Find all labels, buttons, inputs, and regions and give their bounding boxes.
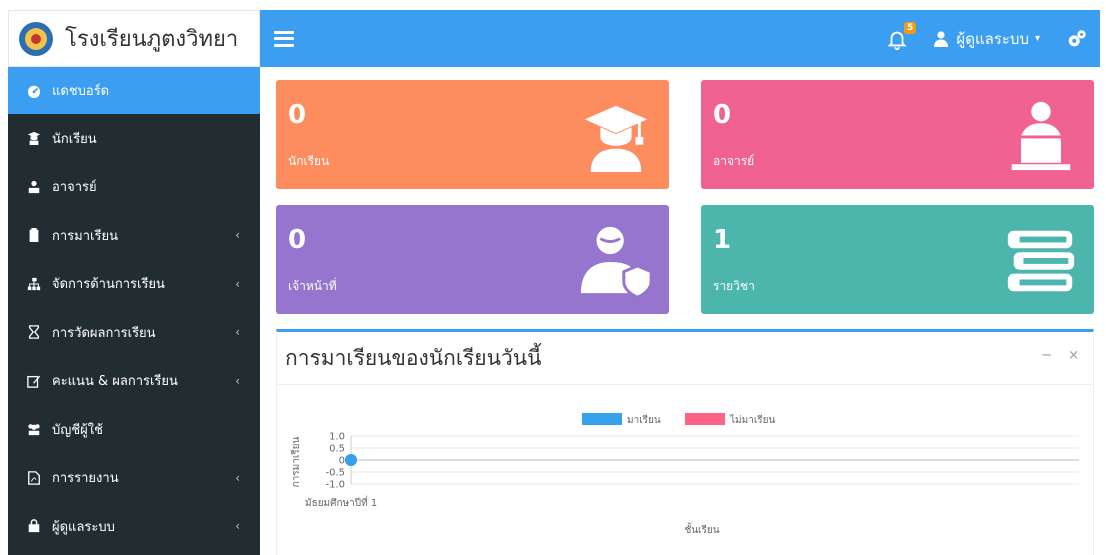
sidebar-item-label: คะแนน & ผลการเรียน [52, 374, 178, 390]
sidebar-item-academic-management[interactable]: จัดการด้านการเรียน ‹ [8, 260, 260, 309]
panel-divider [277, 384, 1093, 385]
y-tick-label: -1.0 [325, 480, 345, 491]
edit-icon [26, 373, 42, 389]
student-icon [26, 130, 42, 146]
users-icon [26, 421, 42, 437]
sidebar-item-label: อาจารย์ [52, 180, 97, 196]
notification-badge: 5 [904, 21, 917, 34]
chevron-left-icon: ‹ [235, 325, 240, 340]
stat-value: 0 [713, 100, 732, 130]
stat-box-subjects[interactable]: 1 รายวิชา [701, 205, 1094, 314]
legend-swatch [582, 413, 622, 425]
hourglass-icon [26, 324, 42, 340]
stat-label: รายวิชา [713, 279, 755, 293]
sidebar-item-teachers[interactable]: อาจารย์ [8, 163, 260, 212]
sidebar-item-label: บัญชีผู้ใช้ [52, 422, 103, 438]
y-tick-label: 0.5 [329, 444, 345, 455]
menu-toggle-icon[interactable] [274, 30, 294, 47]
notification-bell-icon[interactable]: 5 [886, 21, 917, 50]
sidebar-item-label: การมาเรียน [52, 228, 118, 244]
stat-box-staff[interactable]: 0 เจ้าหน้าที่ [276, 205, 669, 314]
books-icon [1007, 230, 1075, 292]
sidebar-item-dashboard[interactable]: แดชบอร์ด [8, 67, 260, 114]
sidebar: แดชบอร์ด นักเรียน อาจารย์ การมาเรียน ‹ จ… [8, 67, 260, 555]
caret-down-icon: ▾ [1034, 33, 1040, 44]
attendance-chart: มาเรียน ไม่มาเรียน 1.00.50-0.5-1.0 การมา… [290, 413, 1079, 536]
sidebar-item-students[interactable]: นักเรียน [8, 114, 260, 163]
stat-box-teachers[interactable]: 0 อาจารย์ [701, 80, 1094, 189]
chart-points [345, 454, 357, 466]
chart-gridlines [351, 435, 1079, 485]
legend-label: ไม่มาเรียน [729, 414, 775, 426]
chevron-left-icon: ‹ [235, 228, 240, 243]
sidebar-item-scores[interactable]: คะแนน & ผลการเรียน ‹ [8, 357, 260, 406]
dashboard-icon [26, 83, 42, 99]
sidebar-item-assessment[interactable]: การวัดผลการเรียน ‹ [8, 308, 260, 357]
sidebar-item-label: นักเรียน [52, 131, 97, 147]
sidebar-item-label: แดชบอร์ด [52, 84, 110, 99]
clipboard-icon [26, 227, 42, 243]
user-menu-label: ผู้ดูแลระบบ [956, 29, 1029, 48]
y-tick-label: 0 [339, 456, 345, 467]
pdf-file-icon [26, 470, 42, 486]
y-tick-label: -0.5 [325, 468, 345, 479]
sidebar-item-label: จัดการด้านการเรียน [52, 277, 165, 293]
sidebar-item-user-accounts[interactable]: บัญชีผู้ใช้ [8, 405, 260, 454]
teacher-icon [26, 179, 42, 195]
x-axis-label: ชั้นเรียน [684, 522, 719, 536]
panel-title: การมาเรียนของนักเรียนวันนี้ [285, 346, 542, 370]
stat-value: 0 [288, 225, 307, 255]
legend-label: มาเรียน [627, 414, 661, 426]
stat-label: นักเรียน [288, 154, 330, 168]
data-point[interactable] [345, 454, 357, 466]
y-axis-label: การมาเรียน [290, 436, 302, 487]
school-logo-icon [19, 21, 53, 56]
chevron-left-icon: ‹ [235, 276, 240, 291]
sidebar-item-reports[interactable]: การรายงาน ‹ [8, 454, 260, 503]
sidebar-item-attendance[interactable]: การมาเรียน ‹ [8, 211, 260, 260]
chevron-left-icon: ‹ [235, 519, 240, 534]
chevron-left-icon: ‹ [235, 470, 240, 485]
database-icon [26, 518, 42, 534]
user-shield-icon [580, 226, 653, 299]
collapse-button[interactable]: − [1041, 348, 1052, 363]
brand-name: โรงเรียนภูตงวิทยา [65, 27, 239, 52]
chevron-left-icon: ‹ [235, 373, 240, 388]
stat-value: 1 [713, 225, 732, 255]
y-axis-ticks: 1.00.50-0.5-1.0 [325, 432, 345, 491]
app-window: โรงเรียนภูตงวิทยา 5 ผู้ดูแลระบบ ▾ แดชบอร… [0, 0, 1106, 555]
panel-tools: − × [1041, 348, 1079, 363]
attendance-panel: การมาเรียนของนักเรียนวันนี้ − × มาเรียน … [276, 329, 1094, 555]
teacher-laptop-icon [1011, 101, 1071, 171]
sidebar-item-label: การรายงาน [52, 471, 119, 487]
sidebar-item-label: การวัดผลการเรียน [52, 325, 156, 341]
user-menu[interactable]: ผู้ดูแลระบบ ▾ [934, 27, 1040, 51]
close-button[interactable]: × [1068, 348, 1079, 363]
user-icon [934, 30, 949, 47]
brand-header[interactable]: โรงเรียนภูตงวิทยา [8, 10, 260, 67]
chart-legend: มาเรียน ไม่มาเรียน [582, 413, 775, 426]
main-content: 0 นักเรียน 0 อาจารย์ 0 เจ้าหน้าที่ 1 ราย… [260, 67, 1100, 555]
sidebar-item-admin[interactable]: ผู้ดูแลระบบ ‹ [8, 502, 260, 551]
sidebar-item-label: ผู้ดูแลระบบ [52, 519, 115, 535]
stat-label: เจ้าหน้าที่ [288, 279, 337, 293]
y-tick-label: 1.0 [329, 432, 345, 443]
legend-swatch [685, 413, 725, 425]
stat-value: 0 [288, 100, 307, 130]
settings-gears-icon[interactable] [1066, 28, 1088, 50]
x-tick-label: มัธยมศึกษาปีที่ 1 [305, 495, 377, 509]
top-navbar: 5 ผู้ดูแลระบบ ▾ [260, 10, 1100, 67]
stat-label: อาจารย์ [713, 154, 755, 168]
graduate-icon [584, 105, 648, 173]
stat-box-students[interactable]: 0 นักเรียน [276, 80, 669, 189]
sitemap-icon [26, 276, 42, 292]
